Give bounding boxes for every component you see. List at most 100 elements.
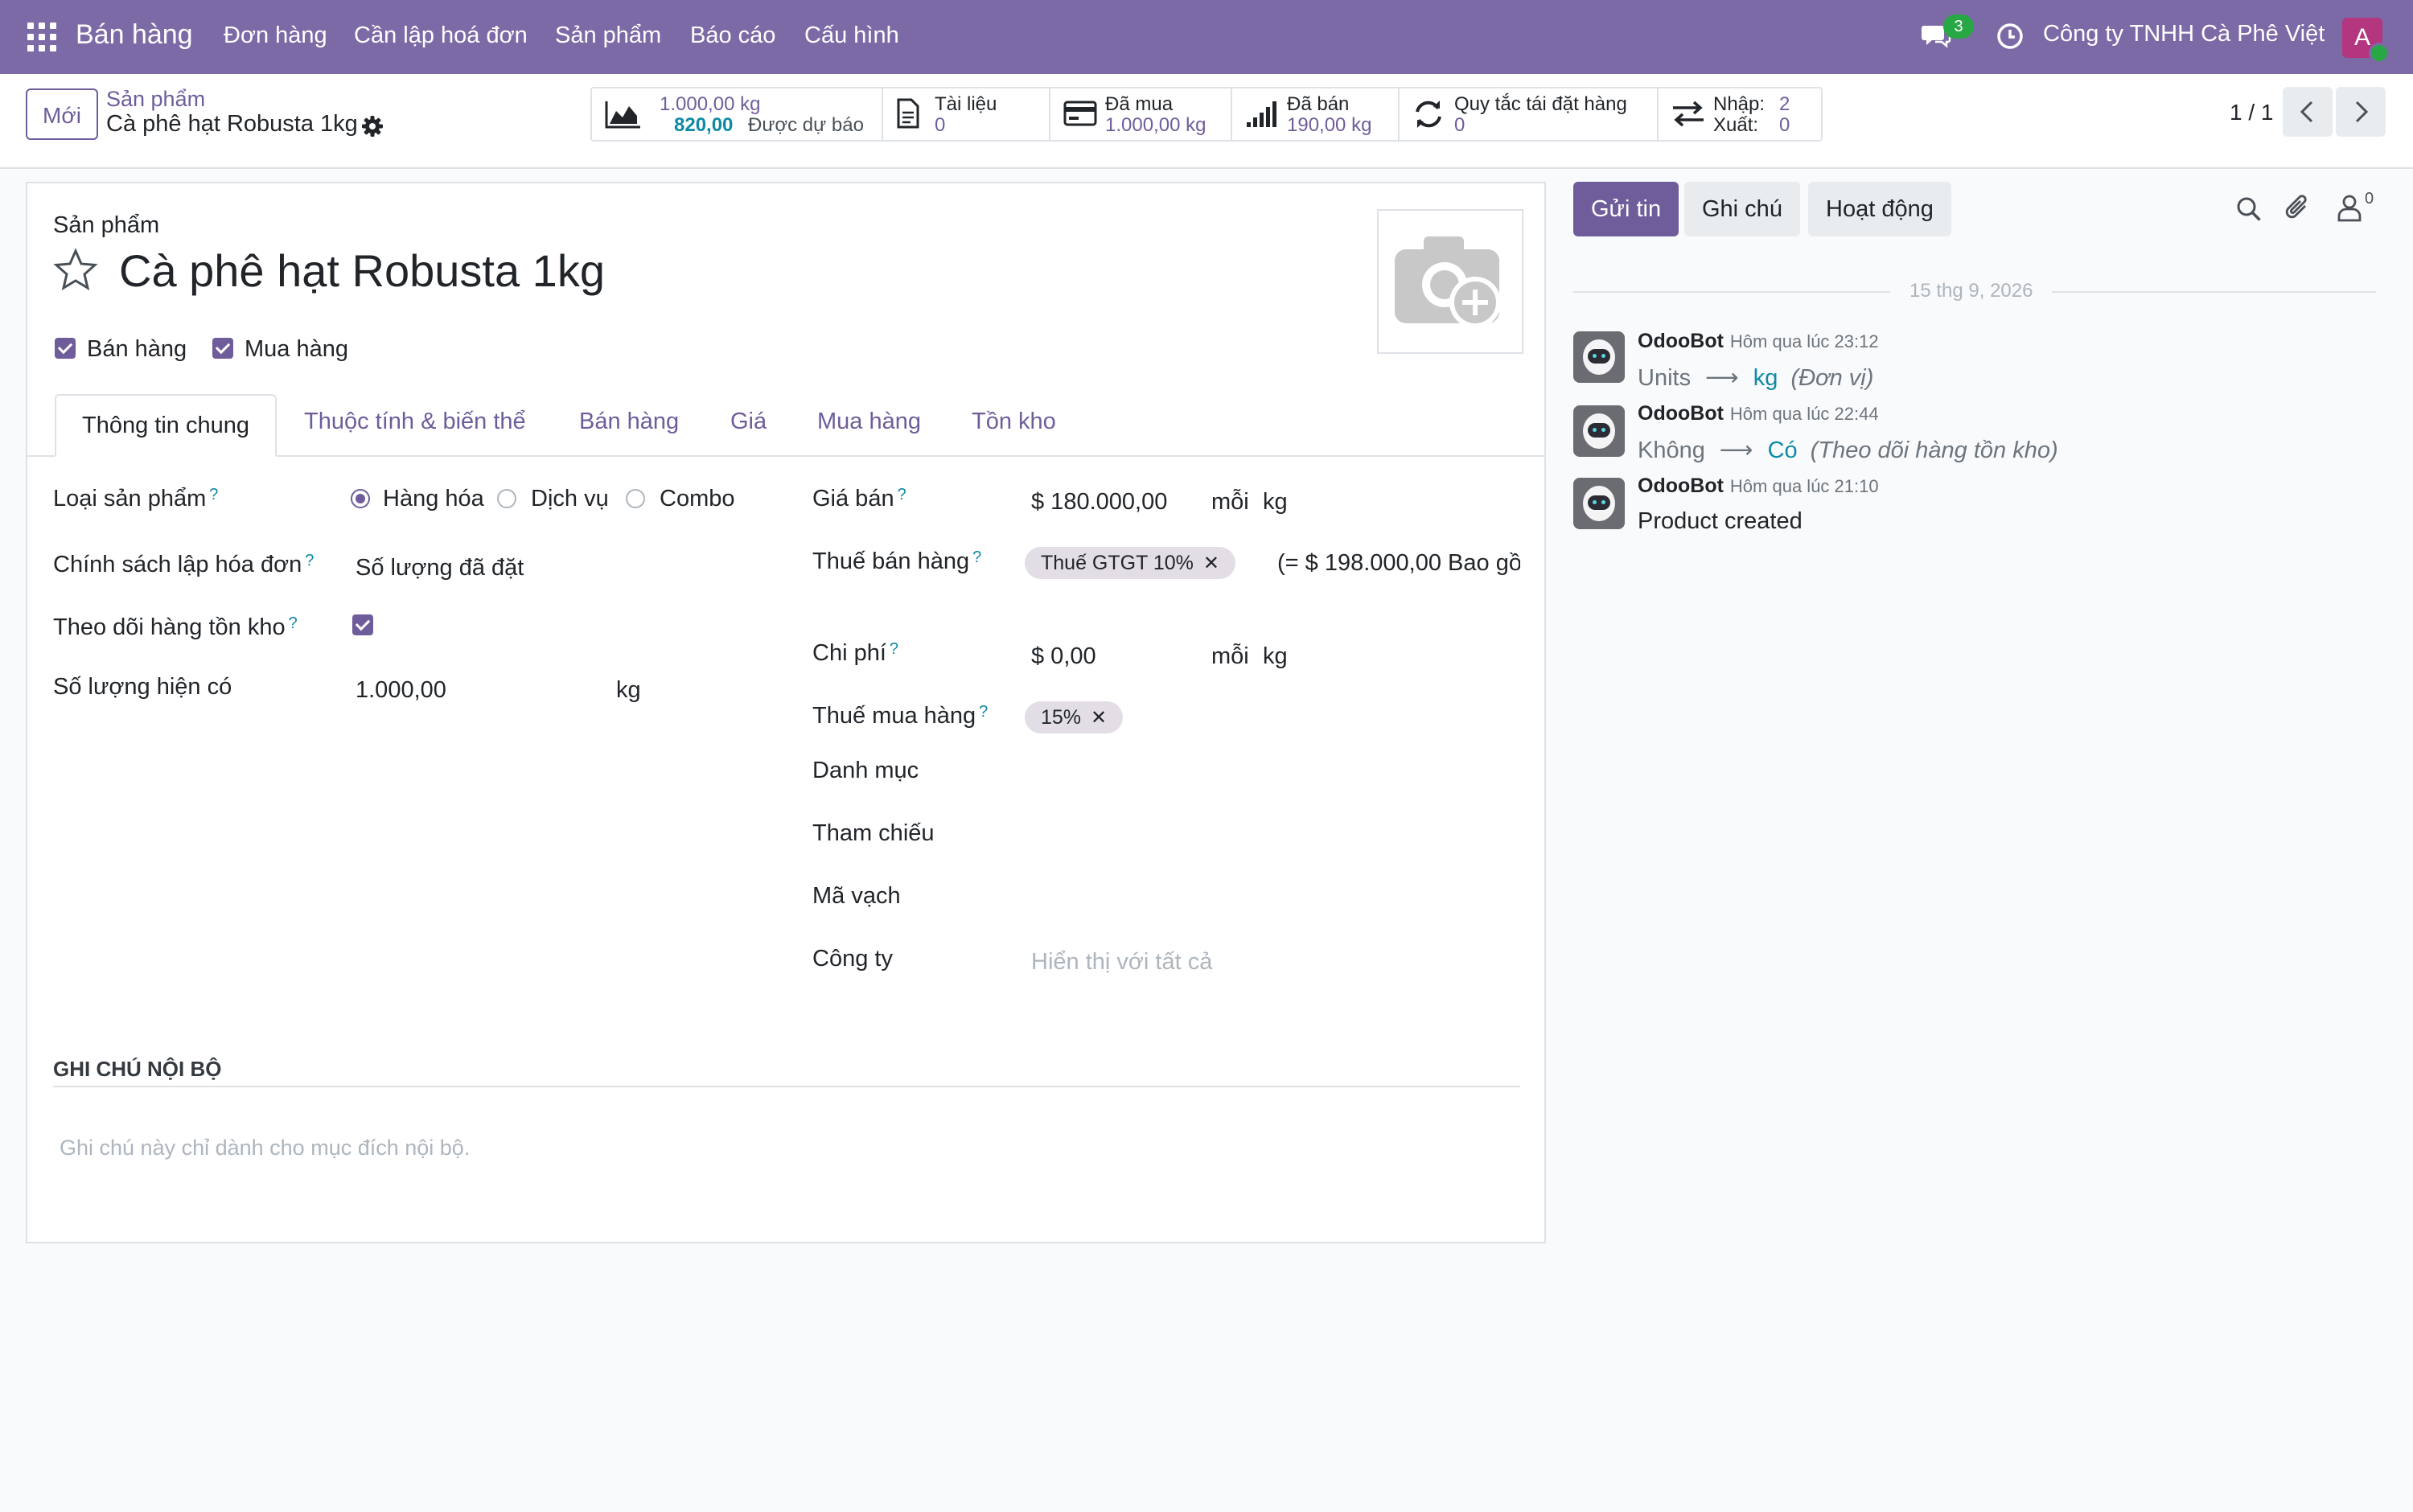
document-icon [897,98,919,129]
sales-tax-label: Thuế bán hàng? [812,549,982,574]
message-author[interactable]: OdooBot [1638,330,1724,352]
signal-bars-icon [1247,101,1276,127]
tab-inventory[interactable]: Tồn kho [972,409,1056,435]
credit-card-icon [1063,101,1097,126]
type-combo-radio[interactable] [626,489,645,508]
followers-icon[interactable] [2336,193,2363,222]
help-icon[interactable]: ? [289,614,298,632]
can-be-purchased-checkbox[interactable] [212,338,233,359]
internal-notes-input[interactable]: Ghi chú này chỉ dành cho mục đích nội bộ… [60,1136,470,1161]
pager-previous-button[interactable] [2283,87,2333,137]
tab-price[interactable]: Giá [730,409,767,435]
out-value: 0 [1779,114,1790,136]
sold-button[interactable]: Đã bán 190,00 kg [1232,88,1400,140]
type-service-radio[interactable] [497,489,516,508]
menu-reporting[interactable]: Báo cáo [690,23,775,49]
cost-uom: kg [1263,643,1288,669]
message-time: Hôm qua lúc 22:44 [1729,404,1879,424]
product-field-label: Sản phẩm [53,212,160,238]
tab-general-information[interactable]: Thông tin chung [55,394,277,457]
message-header: OdooBot Hôm qua lúc 21:10 [1638,475,1879,498]
sale-price-input[interactable]: $ 180.000,00 [1031,489,1167,516]
search-icon[interactable] [2236,196,2262,222]
breadcrumb-parent[interactable]: Sản phẩm [106,87,205,112]
pager-value[interactable]: 1 / 1 [2230,100,2273,125]
send-message-button[interactable]: Gửi tin [1573,182,1679,236]
in-value: 2 [1779,93,1790,115]
product-type-label: Loại sản phẩm? [53,486,219,512]
tab-purchase[interactable]: Mua hàng [817,409,921,435]
help-icon[interactable]: ? [972,549,981,566]
remove-tag-icon[interactable]: ✕ [1091,707,1107,729]
tab-attributes-variants[interactable]: Thuộc tính & biến thể [304,409,526,435]
chevron-right-icon [2355,101,2369,123]
product-image[interactable] [1377,209,1523,354]
sale-price-uom: kg [1263,489,1288,515]
purchased-button[interactable]: Đã mua 1.000,00 kg [1050,88,1232,140]
cost-per-label: mỗi [1211,643,1249,669]
tracking-change: Units ⟶ kg (Đơn vị) [1638,364,1873,392]
new-button[interactable]: Mới [26,88,98,140]
odoobot-avatar[interactable] [1573,405,1625,457]
add-photo-icon [1395,236,1501,328]
message-time: Hôm qua lúc 23:12 [1729,331,1879,351]
paperclip-icon[interactable] [2284,193,2312,222]
type-service-label: Dịch vụ [531,486,609,512]
activity-clock-icon[interactable] [1996,23,2024,50]
company-switcher[interactable]: Công ty TNHH Cà Phê Việt [2043,21,2325,47]
forecast-button[interactable]: 1.000,00 kg 820,00 Được dự báo [592,88,883,140]
menu-orders[interactable]: Đơn hàng [224,23,327,49]
product-name[interactable]: Cà phê hạt Robusta 1kg [119,244,605,297]
control-panel: Mới Sản phẩm Cà phê hạt Robusta 1kg 1.00… [0,74,2413,169]
documents-label: Tài liệu [935,93,997,115]
help-icon[interactable]: ? [209,486,218,503]
sales-tax-tag[interactable]: Thuế GTGT 10% ✕ [1025,547,1236,579]
field-name: (Đơn vị) [1790,365,1874,391]
menu-products[interactable]: Sản phẩm [555,23,661,49]
company-input[interactable]: Hiển thị với tất cả [1031,949,1212,976]
tab-sales[interactable]: Bán hàng [579,409,679,435]
activity-button[interactable]: Hoạt động [1808,182,1951,236]
help-icon[interactable]: ? [898,486,906,503]
help-icon[interactable]: ? [890,640,898,658]
type-combo-label: Combo [660,486,735,512]
in-out-button[interactable]: Nhập: 2 Xuất: 0 [1659,88,1821,140]
invoice-policy-select[interactable]: Số lượng đã đặt [356,555,524,581]
purchase-tax-tag[interactable]: 15% ✕ [1025,701,1124,733]
breadcrumb-current: Cà phê hạt Robusta 1kg [106,111,358,137]
can-be-sold-checkbox[interactable] [55,338,76,359]
favorite-star-icon[interactable] [53,248,98,291]
help-icon[interactable]: ? [305,552,314,569]
can-be-sold-label: Bán hàng [87,336,187,362]
track-inventory-checkbox[interactable] [352,614,373,635]
new-value: Có [1767,438,1798,463]
reorder-rules-button[interactable]: Quy tắc tái đặt hàng 0 [1400,88,1659,140]
app-brand[interactable]: Bán hàng [76,19,193,51]
type-goods-radio[interactable] [351,489,370,508]
log-note-button[interactable]: Ghi chú [1684,182,1800,236]
old-value: Units [1638,365,1692,391]
message-time: Hôm qua lúc 21:10 [1729,476,1879,496]
message-author[interactable]: OdooBot [1638,475,1724,497]
company-label: Công ty [812,946,893,972]
sold-label: Đã bán [1287,93,1350,115]
arrow-right-icon: ⟶ [1719,438,1753,463]
odoobot-avatar[interactable] [1573,478,1625,529]
cost-input[interactable]: $ 0,00 [1031,643,1096,670]
help-icon[interactable]: ? [979,703,988,721]
sold-value: 190,00 kg [1287,114,1372,136]
qty-on-hand-value: 1.000,00 [356,677,446,703]
pager-next-button[interactable] [2336,87,2386,137]
odoobot-avatar[interactable] [1573,331,1625,383]
gear-icon[interactable] [360,114,384,138]
documents-button[interactable]: Tài liệu 0 [883,88,1050,140]
sale-price-per-label: mỗi [1211,489,1249,515]
can-be-purchased-label: Mua hàng [245,336,348,362]
menu-to-invoice[interactable]: Cần lập hoá đơn [354,23,528,49]
remove-tag-icon[interactable]: ✕ [1203,553,1219,574]
cost-label: Chi phí? [812,640,899,666]
sale-price-label: Giá bán? [812,486,906,512]
apps-menu-icon[interactable] [27,23,56,51]
menu-configuration[interactable]: Cấu hình [804,23,899,49]
message-author[interactable]: OdooBot [1638,402,1724,425]
